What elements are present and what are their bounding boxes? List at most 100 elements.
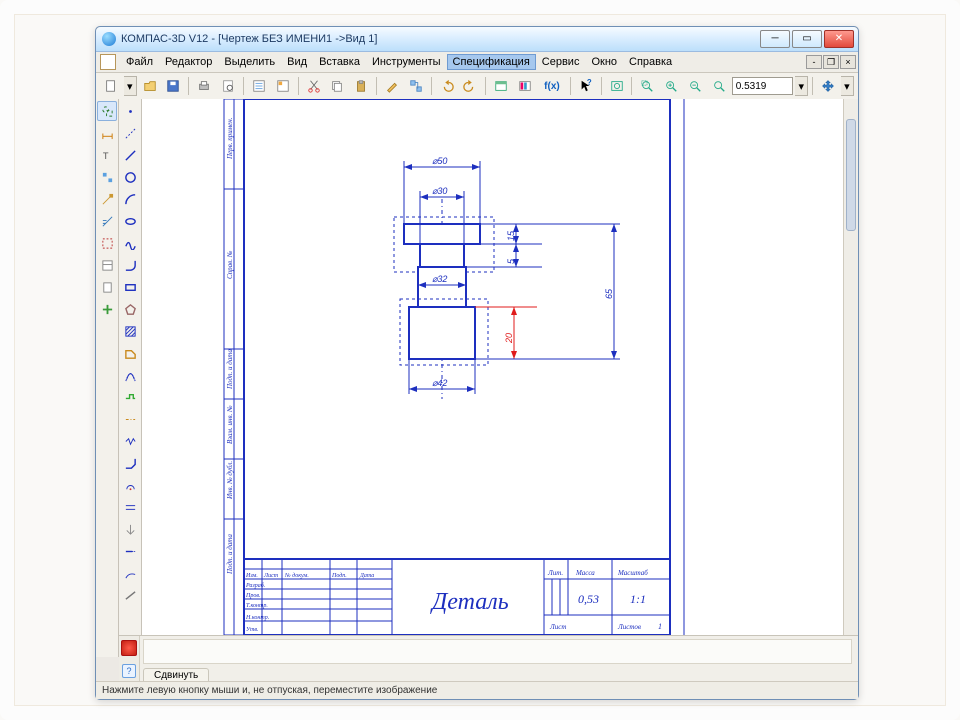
tool-multiline-icon[interactable] <box>120 497 140 517</box>
menu-file[interactable]: Файл <box>120 54 159 70</box>
window-titlebar[interactable]: КОМПАС-3D V12 - [Чертеж БЕЗ ИМЕНИ1 ->Вид… <box>96 27 858 52</box>
new-document-dropdown[interactable]: ▾ <box>124 76 137 96</box>
property-panel-side: ? <box>119 636 140 682</box>
zoom-window-button[interactable] <box>636 75 658 97</box>
stop-icon[interactable] <box>121 640 137 656</box>
help-icon[interactable]: ? <box>122 664 136 678</box>
tool-line-icon[interactable] <box>120 585 140 605</box>
menu-bar: Файл Редактор Выделить Вид Вставка Инстр… <box>96 52 858 73</box>
pan-dropdown[interactable]: ▾ <box>841 76 854 96</box>
property-tab-move[interactable]: Сдвинуть <box>143 668 209 682</box>
menu-tools[interactable]: Инструменты <box>366 54 447 70</box>
title-block: Изм. Лист № докум. Подп. Дата Разраб. Пр… <box>244 559 670 635</box>
tool-ellipse-icon[interactable] <box>120 211 140 231</box>
tool-circle-icon[interactable] <box>120 167 140 187</box>
vertical-scrollbar[interactable] <box>843 99 858 643</box>
print-preview-button[interactable] <box>217 75 239 97</box>
left-tool-strip-2 <box>119 99 142 657</box>
tool-contour-icon[interactable] <box>120 343 140 363</box>
tool-insert-icon[interactable] <box>97 299 117 319</box>
mdi-restore-button[interactable]: ❐ <box>823 55 839 69</box>
tool-curve-icon[interactable] <box>120 563 140 583</box>
tool-axis-icon[interactable] <box>120 409 140 429</box>
window-title: КОМПАС-3D V12 - [Чертеж БЕЗ ИМЕНИ1 ->Вид… <box>121 33 760 45</box>
vertical-scrollbar-thumb[interactable] <box>846 119 856 231</box>
tool-geometry-icon[interactable] <box>97 101 117 121</box>
copy-properties-button[interactable] <box>381 75 403 97</box>
drawing-svg: Справ. № Перв. примен. Взам. инв. № Подп… <box>142 99 842 643</box>
window-maximize-button[interactable]: ▭ <box>792 30 822 48</box>
cut-button[interactable] <box>303 75 325 97</box>
window-close-button[interactable]: ✕ <box>824 30 854 48</box>
tool-continue-icon[interactable] <box>120 541 140 561</box>
tool-measure-icon[interactable] <box>97 211 117 231</box>
tool-hatch-icon[interactable] <box>120 321 140 341</box>
tool-text-icon[interactable]: T <box>97 145 117 165</box>
tool-auxline-icon[interactable] <box>120 123 140 143</box>
tool-spec-icon[interactable] <box>97 255 117 275</box>
menu-view[interactable]: Вид <box>281 54 313 70</box>
menu-specification[interactable]: Спецификация <box>447 54 536 70</box>
mdi-close-button[interactable]: × <box>840 55 856 69</box>
zoom-in-button[interactable] <box>660 75 682 97</box>
tool-select-icon[interactable] <box>97 233 117 253</box>
tool-polygon-icon[interactable] <box>120 299 140 319</box>
menu-insert[interactable]: Вставка <box>313 54 366 70</box>
variables-panel-button[interactable]: f(x) <box>538 75 566 97</box>
tool-break-icon[interactable] <box>120 431 140 451</box>
document-icon <box>100 54 116 70</box>
tool-edit-icon[interactable] <box>97 167 117 187</box>
svg-text:Т.контр.: Т.контр. <box>246 603 268 609</box>
property-bar[interactable] <box>143 639 852 664</box>
tool-autocurve-icon[interactable] <box>120 475 140 495</box>
menu-window[interactable]: Окно <box>585 54 623 70</box>
undo-button[interactable] <box>436 75 458 97</box>
tool-collect-contour-icon[interactable] <box>120 387 140 407</box>
svg-text:1: 1 <box>658 622 662 631</box>
svg-text:Разраб.: Разраб. <box>245 582 265 589</box>
drawing-canvas[interactable]: Справ. № Перв. примен. Взам. инв. № Подп… <box>142 99 844 643</box>
tool-fillet-icon[interactable] <box>120 255 140 275</box>
tool-segment-icon[interactable] <box>120 145 140 165</box>
menu-select[interactable]: Выделить <box>218 54 281 70</box>
zoom-previous-button[interactable] <box>708 75 730 97</box>
svg-text:Изм.: Изм. <box>245 573 258 579</box>
new-document-button[interactable] <box>100 75 122 97</box>
tool-dimensions-icon[interactable] <box>97 123 117 143</box>
menu-help[interactable]: Справка <box>623 54 678 70</box>
zoom-value-input[interactable]: 0.5319 <box>732 77 794 95</box>
dim-d32: ⌀32 <box>432 274 447 284</box>
zoom-out-button[interactable] <box>684 75 706 97</box>
tool-arc-icon[interactable] <box>120 189 140 209</box>
print-button[interactable] <box>193 75 215 97</box>
open-button[interactable] <box>139 75 161 97</box>
titleblock-name: Деталь <box>430 589 509 615</box>
variables-button[interactable] <box>272 75 294 97</box>
tool-chamfer-icon[interactable] <box>120 453 140 473</box>
mdi-minimize-button[interactable]: - <box>806 55 822 69</box>
paste-button[interactable] <box>350 75 372 97</box>
library-button[interactable] <box>514 75 536 97</box>
menu-editor[interactable]: Редактор <box>159 54 218 70</box>
tree-button[interactable] <box>405 75 427 97</box>
help-pointer-button[interactable]: ? <box>575 75 597 97</box>
zoom-fit-button[interactable] <box>606 75 628 97</box>
window-minimize-button[interactable]: ─ <box>760 30 790 48</box>
tool-spline-icon[interactable] <box>120 233 140 253</box>
svg-text:Справ. №: Справ. № <box>226 250 234 279</box>
properties-button[interactable] <box>248 75 270 97</box>
menu-service[interactable]: Сервис <box>536 54 586 70</box>
pan-button[interactable] <box>817 75 839 97</box>
copy-button[interactable] <box>326 75 348 97</box>
redo-button[interactable] <box>460 75 482 97</box>
svg-text:T: T <box>102 151 108 161</box>
tool-point-icon[interactable] <box>120 101 140 121</box>
tool-rect-icon[interactable] <box>120 277 140 297</box>
save-button[interactable] <box>163 75 185 97</box>
tool-params-icon[interactable] <box>97 189 117 209</box>
tool-equidist-icon[interactable] <box>120 365 140 385</box>
zoom-value-dropdown[interactable]: ▾ <box>795 76 808 96</box>
manager-documents-button[interactable] <box>490 75 512 97</box>
tool-report-icon[interactable] <box>97 277 117 297</box>
tool-project-icon[interactable] <box>120 519 140 539</box>
